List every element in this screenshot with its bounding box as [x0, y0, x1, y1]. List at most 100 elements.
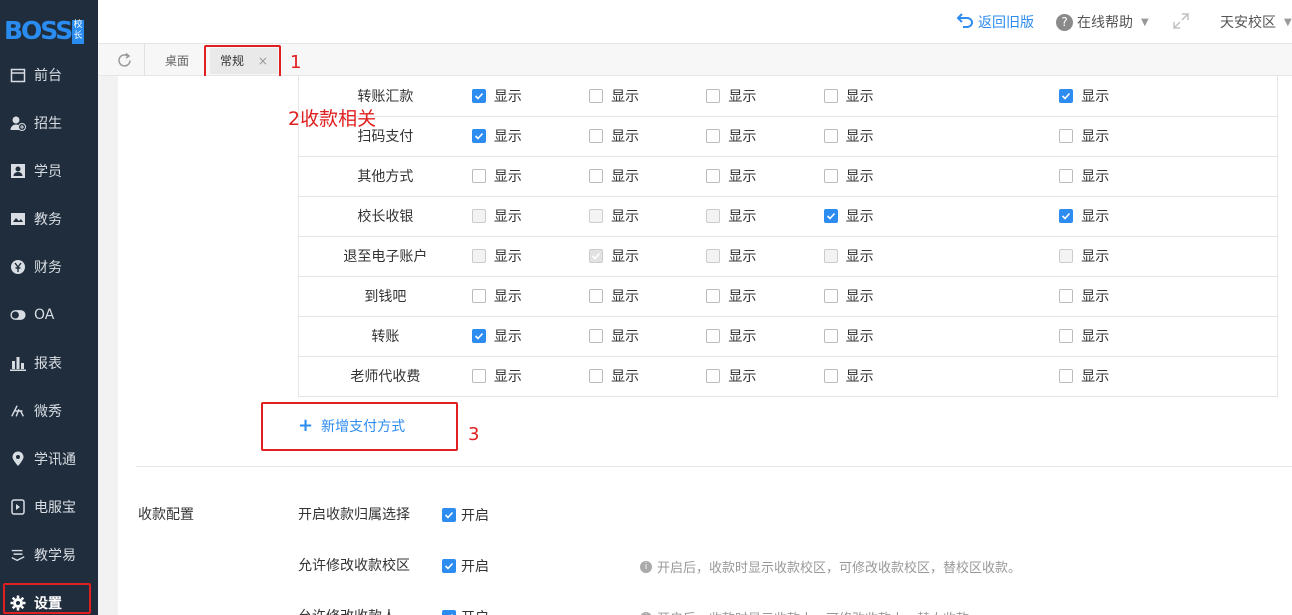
info-icon: i [640, 611, 652, 615]
back-old-version-link[interactable]: 返回旧版 [956, 12, 1034, 32]
display-checkbox[interactable] [706, 289, 721, 303]
table-cell: 显示 [706, 276, 824, 317]
display-checkbox[interactable] [589, 129, 604, 143]
payment-method-name: 老师代收费 [297, 356, 472, 397]
display-checkbox[interactable] [471, 129, 486, 143]
checkbox-label: 显示 [611, 249, 640, 265]
display-checkbox[interactable] [823, 289, 838, 303]
display-checkbox[interactable] [823, 209, 838, 223]
display-option: 显示 [589, 246, 706, 266]
hint-text: 开启后，收款时显示收款人，可修改收款人，替人收款。 [657, 608, 982, 615]
sidebar-item-label: 学员 [34, 164, 62, 180]
config-enable-checkbox[interactable]: 开启 [442, 505, 489, 525]
annotation-2: 2收款相关 [288, 108, 377, 130]
sidebar-item-6[interactable]: 报表 [0, 343, 98, 383]
display-checkbox[interactable] [471, 329, 486, 343]
display-checkbox[interactable] [823, 169, 838, 183]
sidebar-item-10[interactable]: 教学易 [0, 535, 98, 575]
table-cell: 显示 [1059, 236, 1279, 277]
display-checkbox[interactable] [706, 369, 721, 383]
display-checkbox[interactable] [589, 169, 604, 183]
logo-sub: 校长 [72, 20, 84, 44]
display-checkbox[interactable] [706, 88, 721, 103]
display-checkbox[interactable] [1059, 129, 1074, 143]
checkbox-label: 显示 [1081, 249, 1110, 265]
display-checkbox[interactable] [823, 369, 838, 383]
config-hint: i 开启后，收款时显示收款校区，可修改收款校区，替校区收款。 [640, 557, 1021, 576]
table-row: 校长收银 显示 显示 显示 显示 显示 [297, 196, 1279, 237]
config-enable-checkbox[interactable]: 开启 [442, 556, 489, 576]
display-checkbox[interactable] [1059, 289, 1074, 303]
display-checkbox[interactable] [1059, 88, 1074, 103]
checkbox-label: 显示 [728, 289, 757, 305]
table-cell: 显示 [589, 116, 707, 157]
checkbox[interactable] [442, 559, 456, 573]
display-checkbox [706, 249, 721, 263]
checkbox-label: 显示 [728, 329, 757, 345]
display-option: 显示 [589, 326, 706, 346]
fullscreen-button[interactable] [1172, 12, 1190, 34]
table-cell: 显示 [471, 156, 590, 197]
campus-selector[interactable]: 天安校区 ▼ [1220, 12, 1292, 32]
checkbox[interactable] [442, 508, 456, 522]
display-checkbox[interactable] [589, 329, 604, 343]
display-checkbox[interactable] [1059, 169, 1074, 183]
display-checkbox[interactable] [823, 88, 838, 103]
online-help-menu[interactable]: ? 在线帮助 ▼ [1056, 12, 1149, 32]
display-checkbox[interactable] [706, 169, 721, 183]
display-checkbox [589, 209, 604, 223]
config-label: 允许修改收款校区 [298, 558, 410, 574]
table-cell: 显示 [471, 116, 590, 157]
checkbox-label: 开启 [461, 508, 489, 524]
sidebar-item-5[interactable]: OA [0, 295, 98, 335]
table-cell: 显示 [1059, 356, 1279, 397]
annotation-box-add-payment [261, 402, 458, 451]
sidebar-item-8[interactable]: 学讯通 [0, 439, 98, 479]
sidebar-item-1[interactable]: 招生 [0, 103, 98, 143]
display-checkbox[interactable] [706, 129, 721, 143]
display-option: 显示 [471, 86, 589, 106]
table-row: 其他方式 显示 显示 显示 显示 显示 [297, 156, 1279, 197]
checkbox-label: 显示 [611, 289, 640, 305]
display-checkbox[interactable] [1059, 329, 1074, 343]
display-option: 显示 [471, 366, 589, 386]
checkbox[interactable] [442, 610, 456, 615]
tab-desktop[interactable]: 桌面 [155, 48, 199, 74]
sidebar: BOSS 校长 前台 招生 学员 教务 财务 OA 报表 微秀 学讯通 电服宝 教学易 设置 [0, 0, 98, 615]
display-checkbox[interactable] [471, 169, 486, 183]
checkbox-label: 显示 [493, 129, 522, 145]
checkbox-label: 显示 [493, 88, 522, 105]
display-checkbox[interactable] [1059, 369, 1074, 383]
display-checkbox[interactable] [471, 289, 486, 303]
display-checkbox[interactable] [589, 369, 604, 383]
display-checkbox[interactable] [823, 329, 838, 343]
refresh-icon[interactable] [116, 52, 133, 73]
bar-chart-icon [10, 355, 26, 371]
sidebar-item-9[interactable]: 电服宝 [0, 487, 98, 527]
user-add-icon [10, 115, 26, 131]
sidebar-item-7[interactable]: 微秀 [0, 391, 98, 431]
table-cell: 显示 [823, 76, 1060, 117]
display-checkbox[interactable] [1059, 209, 1074, 223]
config-hint: i 开启后，收款时显示收款人，可修改收款人，替人收款。 [640, 608, 982, 615]
payment-method-name: 校长收银 [297, 196, 472, 237]
table-row: 扫码支付 显示 显示 显示 显示 显示 [297, 116, 1279, 157]
checkbox-label: 显示 [845, 129, 874, 145]
display-checkbox[interactable] [706, 329, 721, 343]
sidebar-item-3[interactable]: 教务 [0, 199, 98, 239]
sidebar-item-2[interactable]: 学员 [0, 151, 98, 191]
checkbox-label: 显示 [493, 329, 522, 345]
display-checkbox[interactable] [589, 88, 604, 103]
expand-icon [1172, 12, 1190, 34]
display-checkbox[interactable] [471, 369, 486, 383]
table-cell: 显示 [589, 356, 707, 397]
display-checkbox[interactable] [823, 129, 838, 143]
table-cell: 显示 [1059, 76, 1279, 117]
display-checkbox[interactable] [589, 289, 604, 303]
display-checkbox[interactable] [471, 88, 486, 103]
sidebar-item-4[interactable]: 财务 [0, 247, 98, 287]
sidebar-item-0[interactable]: 前台 [0, 55, 98, 95]
display-checkbox [706, 209, 721, 223]
config-enable-checkbox[interactable]: 开启 [442, 607, 489, 615]
back-old-label: 返回旧版 [978, 15, 1034, 31]
